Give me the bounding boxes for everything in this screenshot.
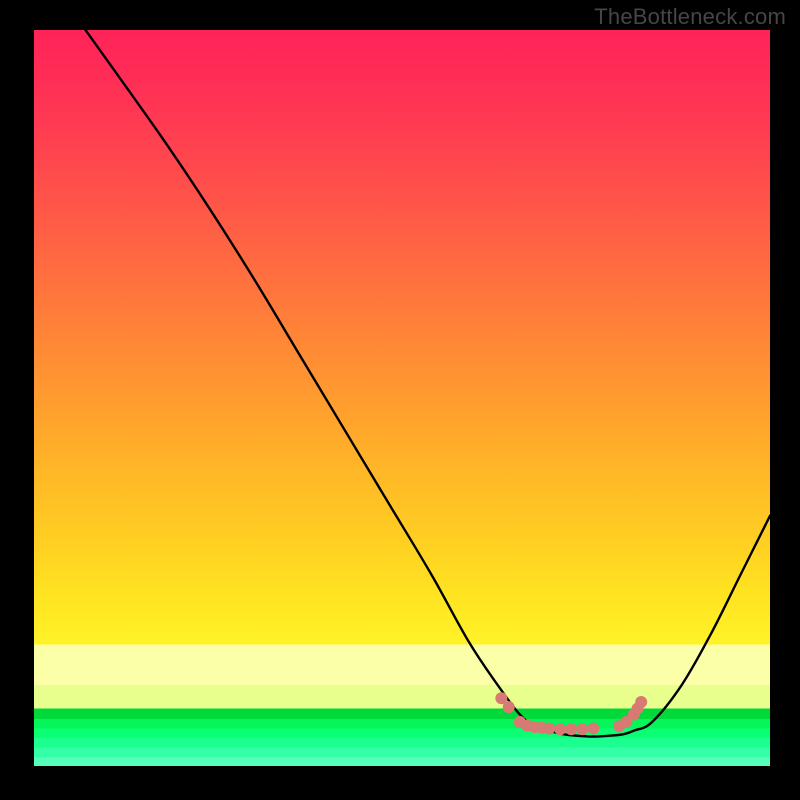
curve-marker [587, 722, 599, 734]
curve-marker [576, 723, 588, 735]
curve-marker [635, 696, 647, 708]
chart-svg [34, 30, 770, 766]
curve-marker [565, 723, 577, 735]
curve-marker [543, 722, 555, 734]
watermark-text: TheBottleneck.com [594, 4, 786, 30]
curve-marker [503, 701, 515, 713]
bottleneck-curve-line [86, 30, 770, 737]
curve-marker [554, 723, 566, 735]
chart-plot-area [34, 30, 770, 766]
